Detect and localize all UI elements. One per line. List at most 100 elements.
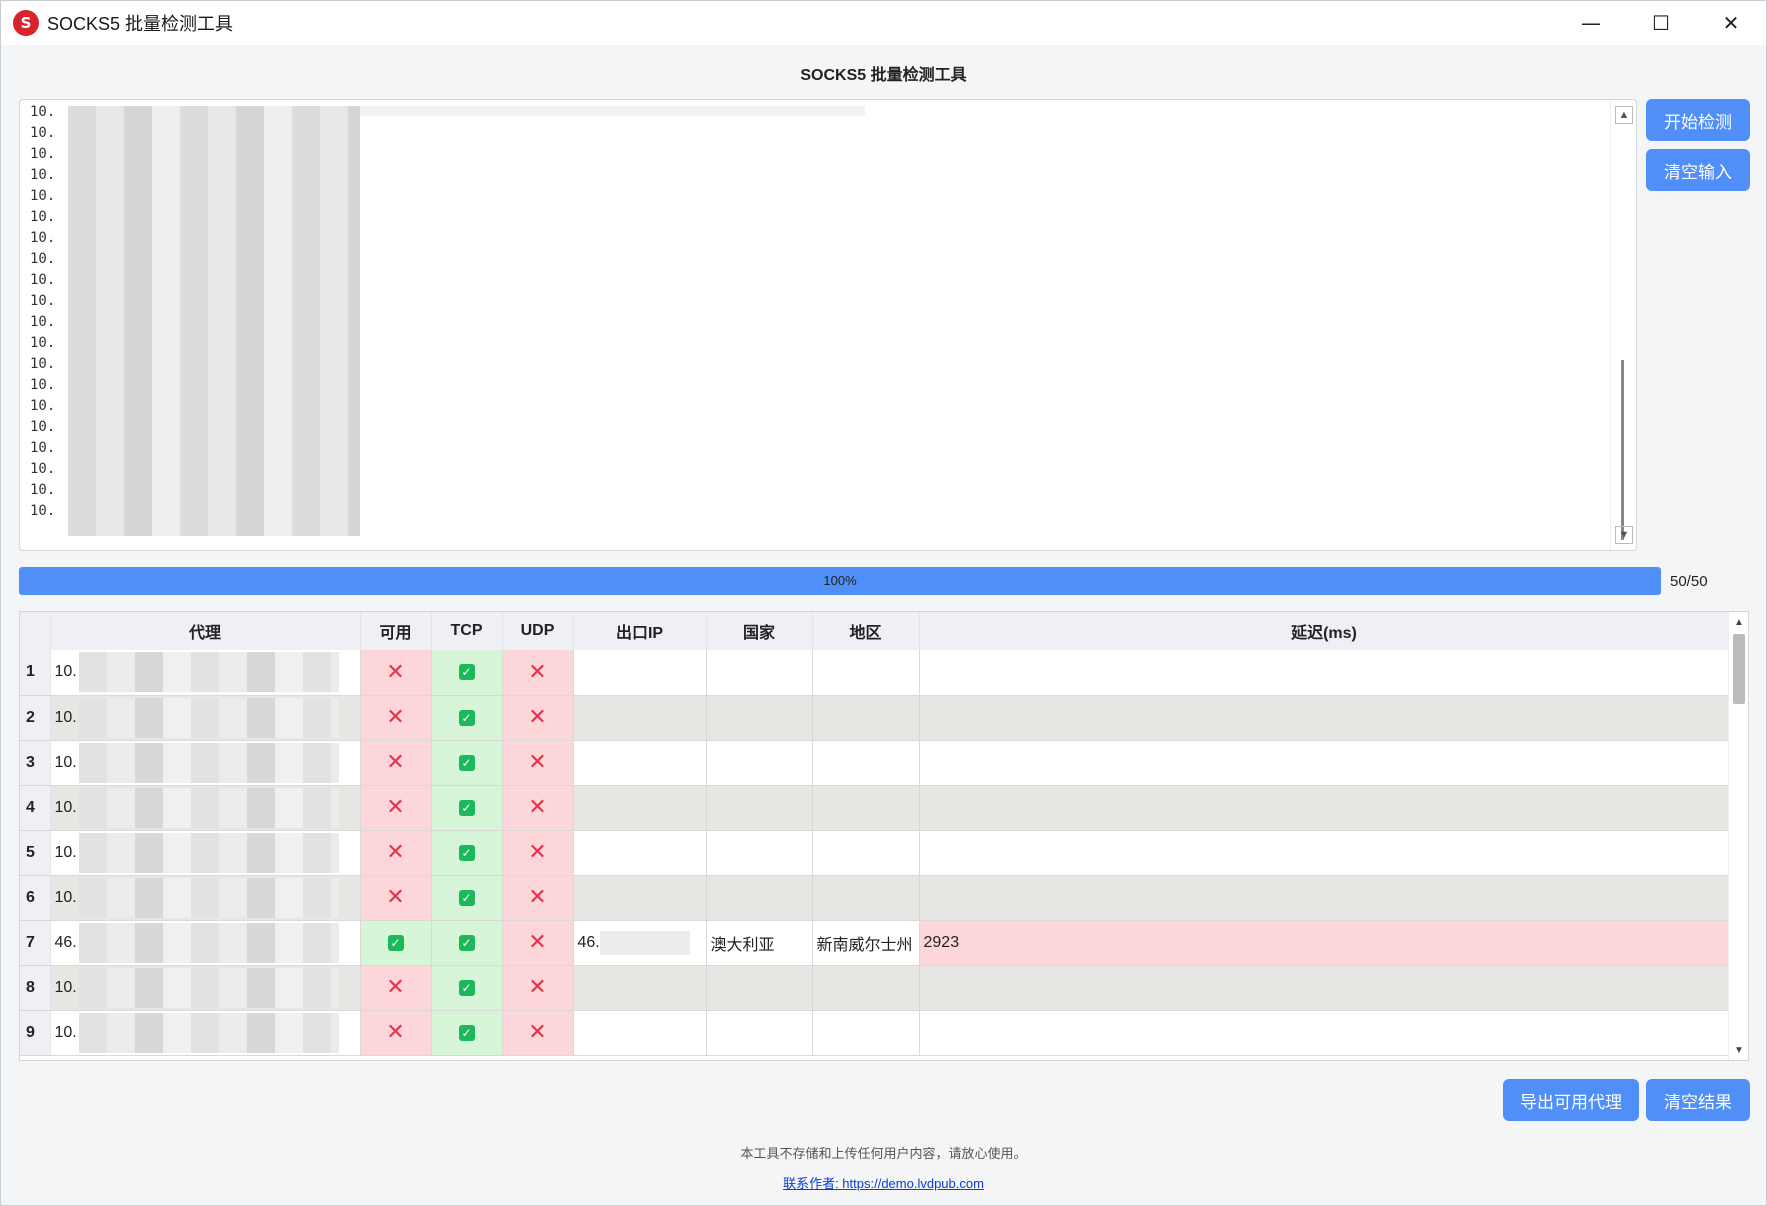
redacted-proxy — [78, 832, 339, 873]
cross-icon: ✕ — [528, 795, 547, 820]
redacted-exit-ip — [599, 930, 690, 955]
redacted-proxy — [78, 922, 339, 963]
row-number: 5 — [20, 830, 51, 876]
export-available-button[interactable]: 导出可用代理 — [1503, 1079, 1639, 1121]
page-title: SOCKS5 批量检测工具 — [800, 67, 967, 84]
header-latency[interactable]: 延迟(ms) — [919, 612, 1730, 650]
table-row[interactable]: 6 10. ✕ ✓ ✕ — [20, 875, 1730, 921]
scroll-up-icon[interactable]: ▲ — [1731, 614, 1747, 630]
country-cell — [706, 785, 813, 831]
redacted-proxy — [78, 787, 339, 828]
input-line: 10. — [30, 461, 56, 477]
input-line: 10. — [30, 209, 56, 225]
tcp-cell: ✓ — [431, 785, 503, 831]
scrollbar-thumb[interactable] — [1621, 360, 1624, 540]
table-row[interactable]: 1 10. ✕ ✓ ✕ — [20, 650, 1730, 696]
header-region[interactable]: 地区 — [812, 612, 920, 650]
maximize-button[interactable]: ☐ — [1626, 1, 1696, 45]
tcp-cell: ✓ — [431, 920, 503, 966]
udp-cell: ✕ — [502, 830, 574, 876]
proxy-cell: 10. — [50, 965, 361, 1011]
country-cell — [706, 740, 813, 786]
clear-results-button[interactable]: 清空结果 — [1646, 1079, 1750, 1121]
proxy-cell: 10. — [50, 740, 361, 786]
header-country[interactable]: 国家 — [706, 612, 813, 650]
header-proxy[interactable]: 代理 — [50, 612, 361, 650]
scroll-up-icon[interactable]: ▲ — [1615, 106, 1633, 124]
exit-ip-cell — [573, 830, 707, 876]
available-cell: ✕ — [360, 1010, 432, 1056]
cross-icon: ✕ — [386, 840, 405, 865]
header-udp[interactable]: UDP — [502, 612, 574, 650]
start-check-button[interactable]: 开始检测 — [1646, 99, 1750, 141]
contact-url: https://demo.lvdpub.com — [842, 1176, 984, 1191]
table-body: 1 10. ✕ ✓ ✕ 2 10. ✕ ✓ ✕ 3 10. ✕ ✓ ✕ 4 10. ✕ ✓ ✕ 5 10. ✕ ✓ ✕ 6 10. ✕… — [20, 650, 1730, 1056]
table-row[interactable]: 5 10. ✕ ✓ ✕ — [20, 830, 1730, 876]
country-cell — [706, 965, 813, 1011]
cross-icon: ✕ — [386, 1020, 405, 1045]
input-scrollbar[interactable]: ▲ ▼ — [1610, 100, 1636, 550]
tcp-cell: ✓ — [431, 1010, 503, 1056]
latency-cell — [919, 830, 1730, 876]
input-line: 10. — [30, 125, 56, 141]
country-cell: 澳大利亚 — [706, 920, 813, 966]
proxy-cell: 10. — [50, 1010, 361, 1056]
proxy-prefix: 10. — [54, 798, 77, 816]
results-table: 代理 可用 TCP UDP 出口IP 国家 地区 延迟(ms) 1 10. ✕ ✓ ✕ 2… — [19, 611, 1749, 1061]
region-cell — [812, 1010, 920, 1056]
country-cell — [706, 1010, 813, 1056]
available-cell: ✕ — [360, 830, 432, 876]
check-icon: ✓ — [458, 664, 475, 681]
proxy-cell: 10. — [50, 785, 361, 831]
country-cell — [706, 695, 813, 741]
header-tcp[interactable]: TCP — [431, 612, 503, 650]
check-icon: ✓ — [458, 799, 475, 816]
input-lines: 10. 10. 10. 10. 10. 10. 10. 10. 10. 10. 10. 10. 10. 1… — [30, 102, 55, 522]
clear-input-button[interactable]: 清空输入 — [1646, 149, 1750, 191]
available-cell: ✕ — [360, 740, 432, 786]
check-icon: ✓ — [458, 844, 475, 861]
table-row[interactable]: 8 10. ✕ ✓ ✕ — [20, 965, 1730, 1011]
table-row[interactable]: 3 10. ✕ ✓ ✕ — [20, 740, 1730, 786]
table-row[interactable]: 2 10. ✕ ✓ ✕ — [20, 695, 1730, 741]
check-icon: ✓ — [458, 934, 475, 951]
scrollbar-thumb[interactable] — [1733, 634, 1745, 704]
redacted-input-content — [68, 106, 360, 536]
exit-ip-cell — [573, 785, 707, 831]
exit-ip-cell — [573, 650, 707, 696]
close-button[interactable]: ✕ — [1696, 1, 1766, 45]
latency-cell: 2923 — [919, 920, 1730, 966]
region-cell — [812, 965, 920, 1011]
input-line: 10. — [30, 104, 56, 120]
table-row[interactable]: 4 10. ✕ ✓ ✕ — [20, 785, 1730, 831]
cross-icon: ✕ — [386, 750, 405, 775]
region-cell — [812, 875, 920, 921]
exit-ip-prefix: 46. — [577, 933, 600, 951]
country-cell — [706, 830, 813, 876]
header-available[interactable]: 可用 — [360, 612, 432, 650]
scroll-down-icon[interactable]: ▼ — [1731, 1042, 1747, 1058]
minimize-button[interactable]: — — [1556, 1, 1626, 45]
row-number: 1 — [20, 650, 51, 696]
proxy-input-textarea[interactable]: 10. 10. 10. 10. 10. 10. 10. 10. 10. 10. 10. 10. 10. 1… — [19, 99, 1637, 551]
country-cell — [706, 650, 813, 696]
input-line: 10. — [30, 335, 56, 351]
proxy-cell: 10. — [50, 875, 361, 921]
cross-icon: ✕ — [386, 975, 405, 1000]
table-row[interactable]: 7 46. ✓ ✓ ✕ 46. 澳大利亚 新南威尔士州 2923 — [20, 920, 1730, 966]
udp-cell: ✕ — [502, 965, 574, 1011]
progress-bar: 100% — [19, 567, 1661, 595]
input-line: 10. — [30, 251, 56, 267]
table-row[interactable]: 9 10. ✕ ✓ ✕ — [20, 1010, 1730, 1056]
table-scrollbar[interactable]: ▲ ▼ — [1728, 612, 1748, 1060]
latency-cell — [919, 695, 1730, 741]
contact-author-link[interactable]: 联系作者: https://demo.lvdpub.com — [783, 1176, 984, 1191]
proxy-prefix: 10. — [54, 888, 77, 906]
cross-icon: ✕ — [528, 659, 547, 685]
scroll-down-icon[interactable]: ▼ — [1615, 526, 1633, 544]
cross-icon: ✕ — [386, 885, 405, 910]
row-number: 7 — [20, 920, 51, 966]
available-cell: ✓ — [360, 920, 432, 966]
tcp-cell: ✓ — [431, 830, 503, 876]
header-exit-ip[interactable]: 出口IP — [573, 612, 707, 650]
